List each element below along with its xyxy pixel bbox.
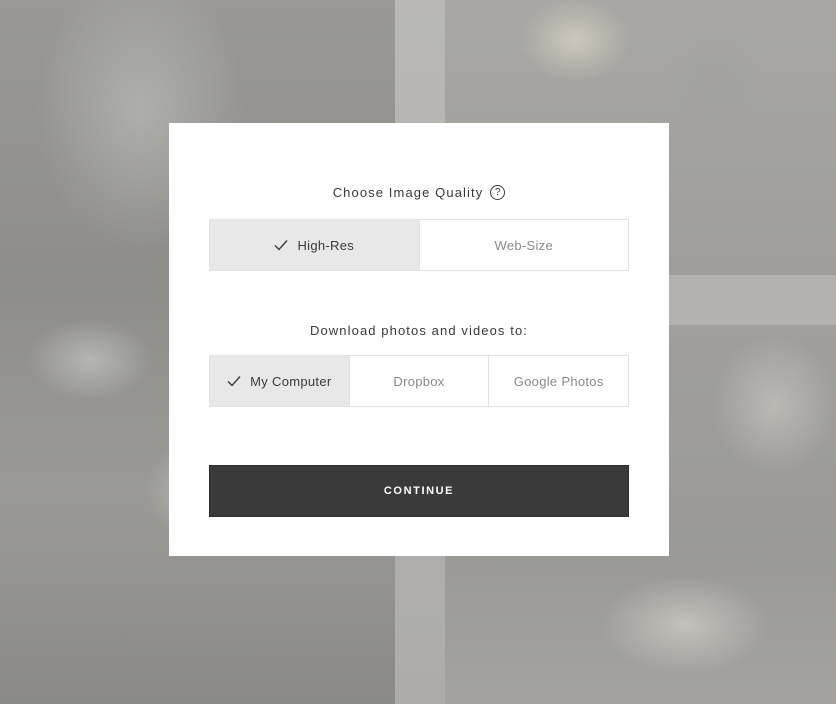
option-google-photos[interactable]: Google Photos [488, 356, 628, 406]
download-dialog: Choose Image Quality ? High-Res Web-Size… [169, 123, 669, 556]
image-quality-title: Choose Image Quality [332, 185, 484, 200]
option-dropbox[interactable]: Dropbox [348, 356, 489, 406]
help-question-icon[interactable]: ? [490, 185, 506, 200]
checkmark-icon [274, 240, 288, 251]
image-quality-selector: High-Res Web-Size [209, 219, 629, 271]
option-high-res[interactable]: High-Res [210, 220, 419, 270]
option-dropbox-label: Dropbox [393, 373, 445, 389]
option-my-computer-label: My Computer [250, 373, 332, 389]
option-web-size-label: Web-Size [494, 237, 553, 253]
destination-selector: My Computer Dropbox Google Photos [209, 355, 629, 407]
option-google-photos-label: Google Photos [513, 373, 604, 389]
checkmark-icon [227, 376, 241, 387]
continue-button-label: CONTINUE [383, 485, 455, 497]
image-quality-heading: Choose Image Quality ? [169, 185, 669, 200]
destination-title: Download photos and videos to: [309, 323, 528, 338]
continue-button[interactable]: CONTINUE [209, 465, 629, 517]
destination-heading: Download photos and videos to: [169, 323, 669, 338]
option-high-res-label: High-Res [297, 237, 355, 253]
option-my-computer[interactable]: My Computer [210, 356, 349, 406]
option-web-size[interactable]: Web-Size [418, 220, 629, 270]
